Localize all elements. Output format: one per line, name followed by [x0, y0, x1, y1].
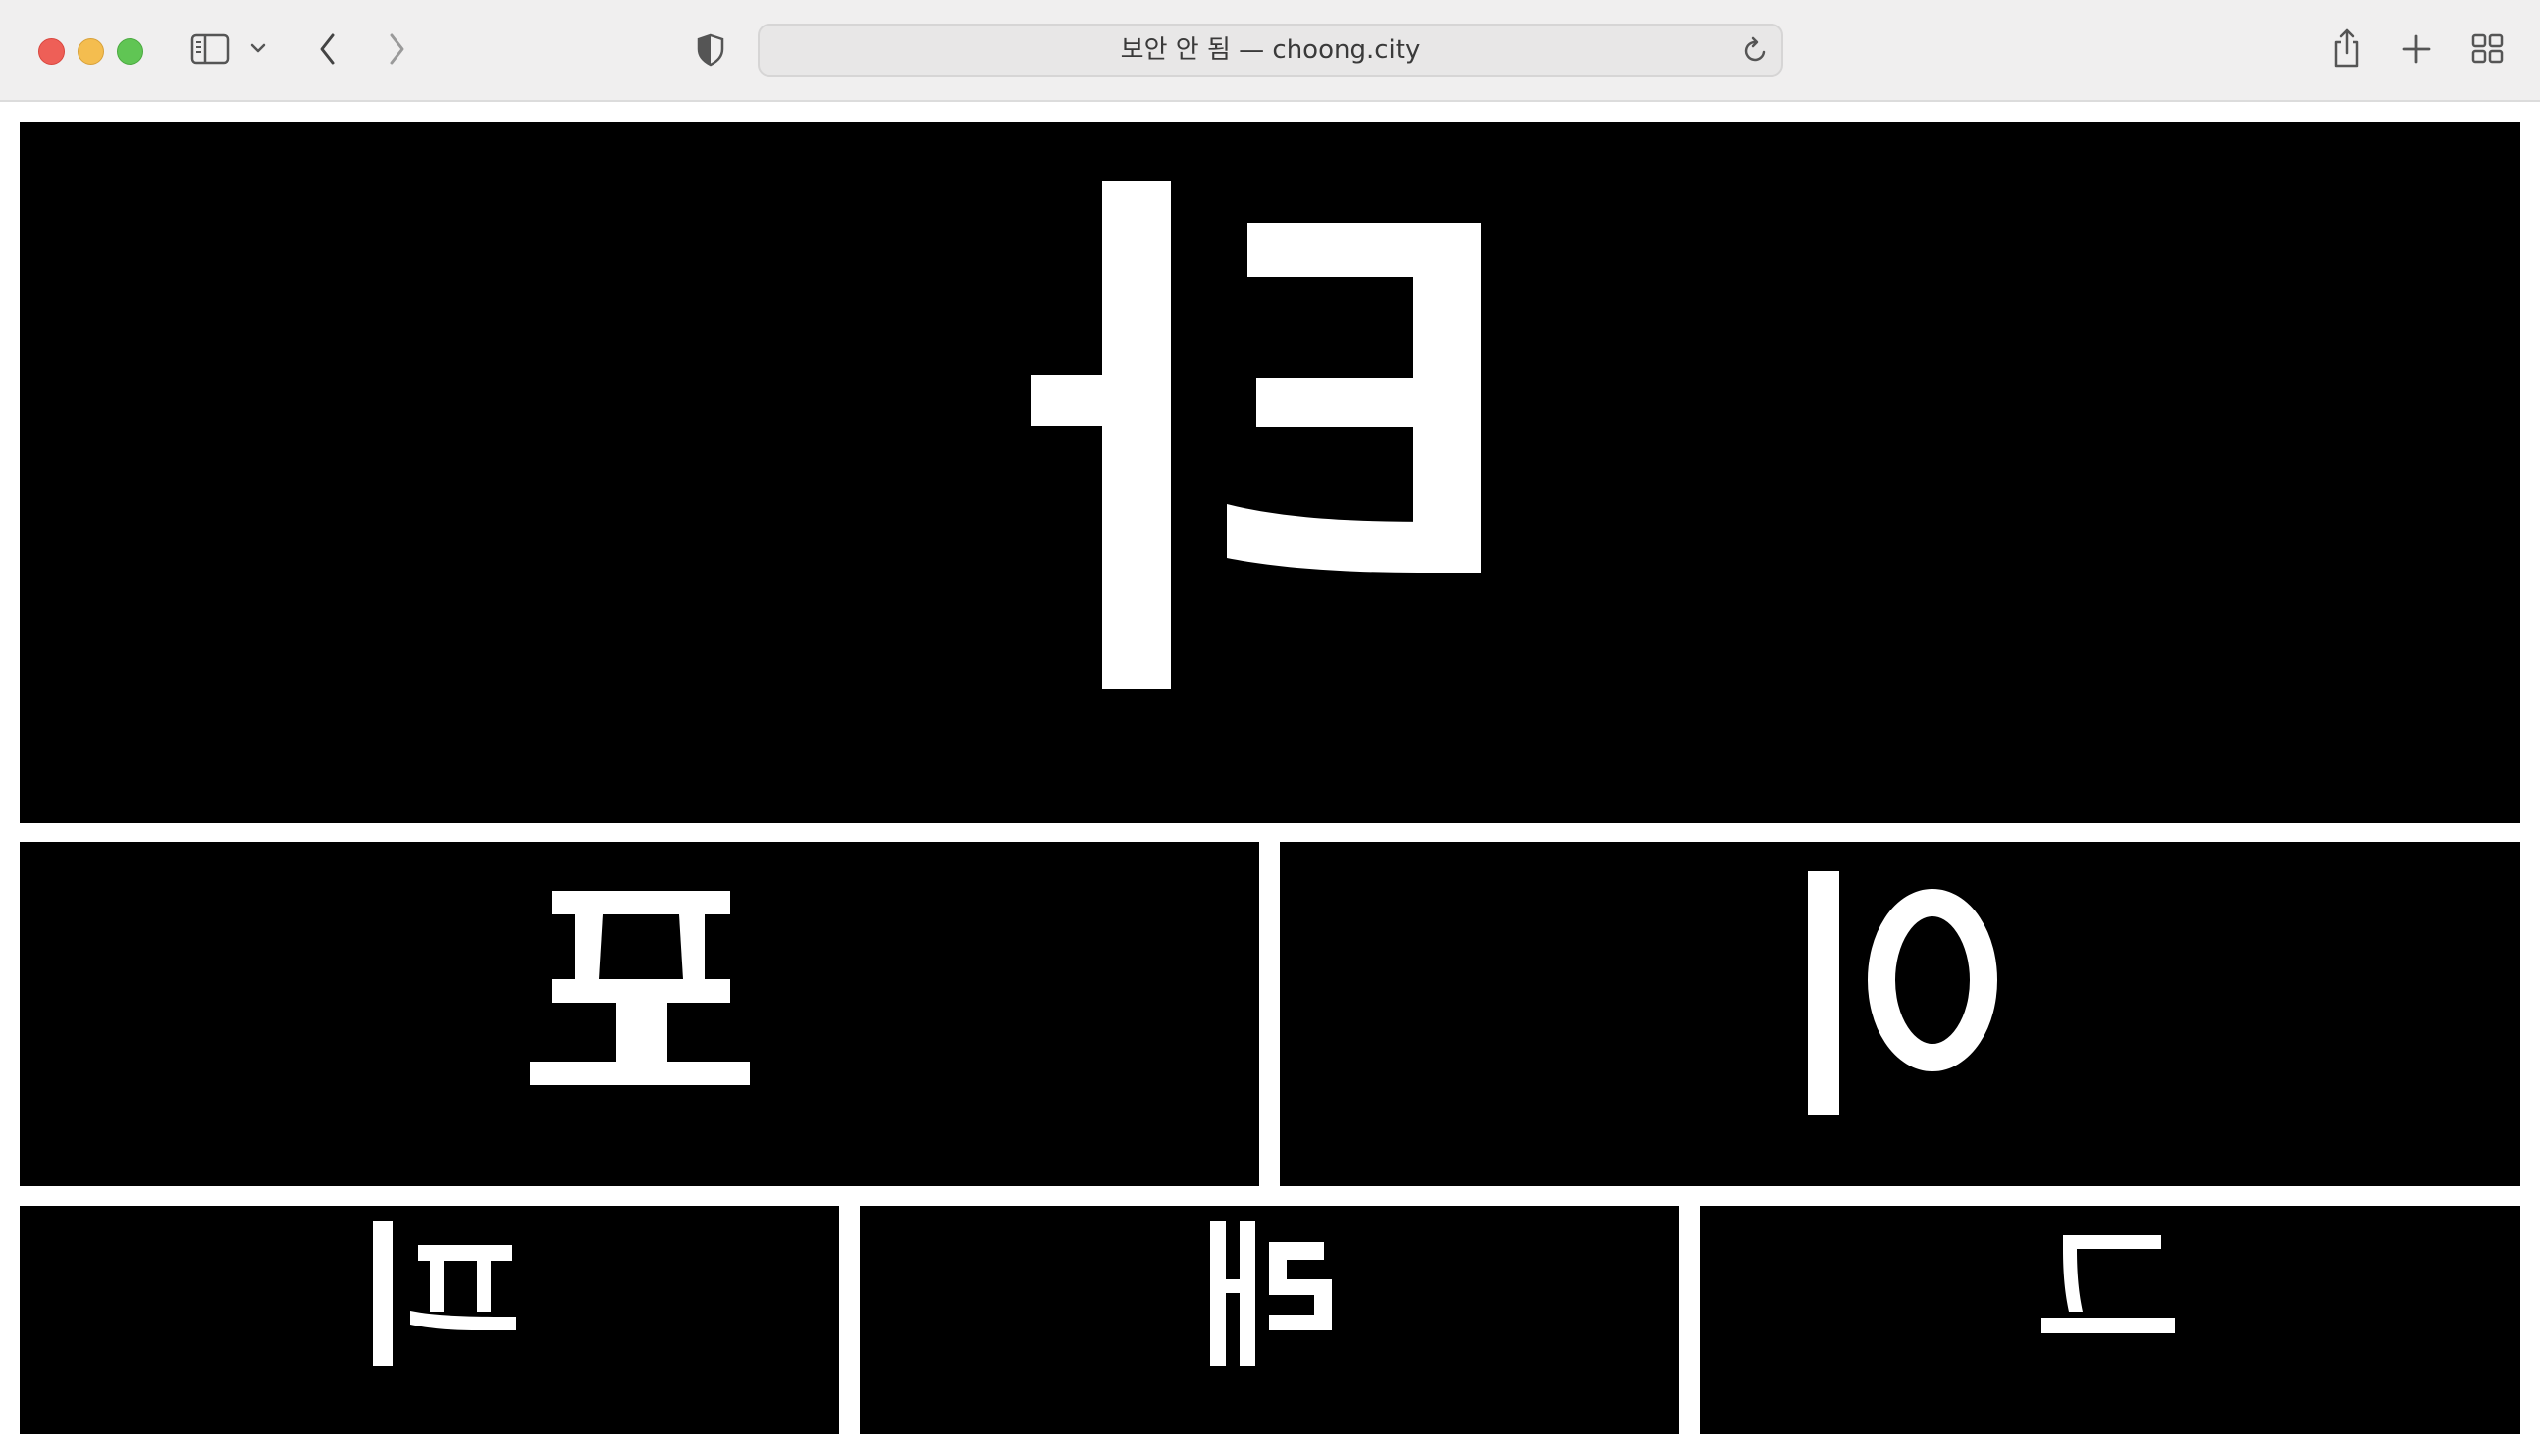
window-close-button[interactable] [38, 38, 65, 65]
mirrored-hangul-swe-glyph [1210, 1221, 1332, 1366]
browser-toolbar: 보안 안 됨 — choong.city [0, 0, 2540, 102]
plus-icon[interactable] [2401, 33, 2432, 65]
reload-icon[interactable] [1742, 35, 1770, 65]
address-bar[interactable]: 보안 안 됨 — choong.city [758, 24, 1783, 77]
panel-middle-left[interactable] [20, 842, 1259, 1186]
share-icon[interactable] [2332, 27, 2361, 69]
panel-top[interactable] [20, 122, 2520, 823]
tab-overview-icon[interactable] [2471, 33, 2505, 65]
window-minimize-button[interactable] [78, 38, 104, 65]
back-arrow-icon[interactable] [316, 31, 340, 67]
mirrored-hangul-po-glyph [530, 891, 750, 1085]
chevron-down-icon[interactable] [249, 41, 267, 55]
address-bar-text: 보안 안 됨 — choong.city [1120, 35, 1421, 65]
window-zoom-button[interactable] [117, 38, 143, 65]
shield-icon[interactable] [696, 33, 725, 67]
panel-bottom-left[interactable] [20, 1206, 839, 1434]
mirrored-hangul-keo-glyph [1031, 181, 1481, 689]
forward-arrow-icon[interactable] [385, 31, 408, 67]
panel-bottom-center[interactable] [860, 1206, 1679, 1434]
mirrored-hangul-deu-glyph [2041, 1235, 2175, 1333]
mirrored-hangul-i-glyph [1808, 871, 1997, 1115]
panel-middle-right[interactable] [1280, 842, 2520, 1186]
mirrored-hangul-pi-glyph [373, 1221, 516, 1366]
panel-bottom-right[interactable] [1700, 1206, 2520, 1434]
sidebar-icon[interactable] [190, 33, 230, 65]
